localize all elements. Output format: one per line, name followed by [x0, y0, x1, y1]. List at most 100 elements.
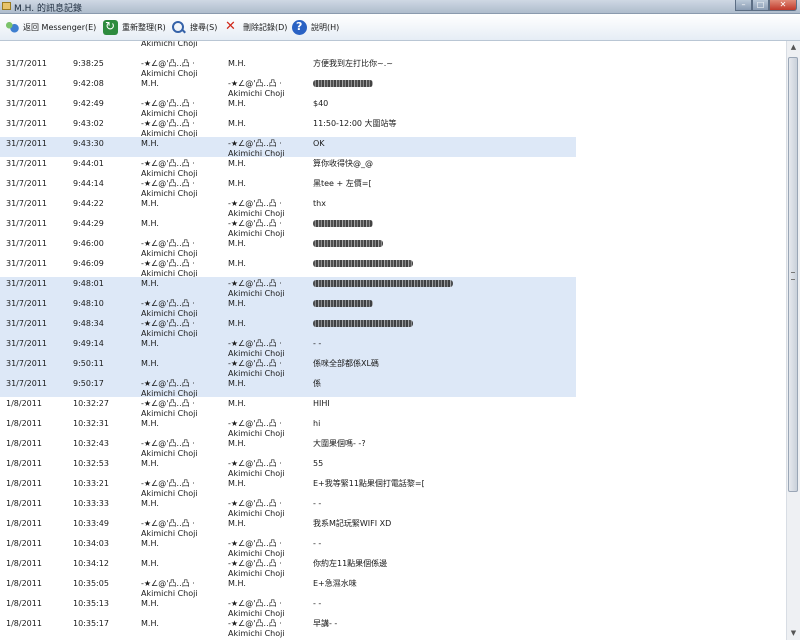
- message-row[interactable]: 1/8/2011 10:34:03 M.H. -★∠@'凸‥凸 · Akimichi C…: [0, 537, 786, 558]
- message-row[interactable]: 31/7/2011 9:44:22 M.H. -★∠@'凸‥凸 · Akimichi C…: [0, 197, 786, 219]
- message-row[interactable]: 1/8/2011 10:33:49 -★∠@'凸‥凸 · Akimichi Choji…: [0, 517, 786, 538]
- delete-history-button[interactable]: 刪除記錄(D): [224, 19, 287, 35]
- message-text: [313, 279, 453, 289]
- scroll-up-arrow-icon[interactable]: ▲: [789, 43, 798, 52]
- message-to: -★∠@'凸‥凸 · Akimichi Choji: [228, 199, 285, 219]
- message-to-line: M.H.: [228, 99, 246, 108]
- message-row[interactable]: 31/7/2011 9:50:17 -★∠@'凸‥凸 · Akimichi Choji…: [0, 377, 786, 398]
- message-date: 31/7/2011: [6, 99, 48, 108]
- message-row[interactable]: 31/7/2011 9:38:25 -★∠@'凸‥凸 · Akimichi Choji…: [0, 57, 786, 78]
- message-row[interactable]: 1/8/2011 10:35:05 -★∠@'凸‥凸 · Akimichi Choji…: [0, 577, 786, 598]
- message-to-line: M.H.: [228, 159, 246, 168]
- message-row[interactable]: 31/7/2011 9:48:34 -★∠@'凸‥凸 · Akimichi Choji…: [0, 317, 786, 338]
- message-row[interactable]: 1/8/2011 10:32:43 -★∠@'凸‥凸 · Akimichi Choji…: [0, 437, 786, 458]
- message-row[interactable]: 31/7/2011 9:42:08 M.H. -★∠@'凸‥凸 · Akimichi C…: [0, 77, 786, 98]
- message-row[interactable]: 1/8/2011 10:33:33 M.H. -★∠@'凸‥凸 · Akimichi C…: [0, 497, 786, 518]
- message-date: 31/7/2011: [6, 79, 48, 88]
- message-from: M.H.: [141, 199, 159, 209]
- message-row[interactable]: Akimichi Choji: [0, 41, 786, 57]
- message-time: 9:46:00: [73, 239, 104, 248]
- maximize-button[interactable]: □: [752, 0, 769, 11]
- message-row[interactable]: 31/7/2011 9:50:11 M.H. -★∠@'凸‥凸 · Akimichi C…: [0, 357, 786, 378]
- message-from-line: Akimichi Choji: [141, 41, 198, 48]
- message-time: 10:35:17: [73, 619, 109, 628]
- message-row[interactable]: 1/8/2011 10:35:13 M.H. -★∠@'凸‥凸 · Akimichi C…: [0, 597, 786, 618]
- message-row[interactable]: 1/8/2011 10:34:12 M.H. -★∠@'凸‥凸 · Akimichi C…: [0, 557, 786, 578]
- message-text: E+急濕水味: [313, 579, 357, 588]
- search-label: 搜尋(S): [190, 22, 218, 32]
- redacted-text-icon: [313, 300, 373, 307]
- search-button[interactable]: 搜尋(S): [171, 19, 217, 35]
- message-row[interactable]: 31/7/2011 9:44:29 M.H. -★∠@'凸‥凸 · Akimichi C…: [0, 217, 786, 238]
- scrollbar-thumb[interactable]: [788, 57, 798, 492]
- message-row[interactable]: 31/7/2011 9:43:02 -★∠@'凸‥凸 · Akimichi Choji…: [0, 117, 786, 139]
- folder-icon: [2, 2, 11, 10]
- message-time: 10:32:43: [73, 439, 109, 448]
- message-from-line: M.H.: [141, 619, 159, 628]
- message-row[interactable]: 31/7/2011 9:46:09 -★∠@'凸‥凸 · Akimichi Choji…: [0, 257, 786, 278]
- message-time: 9:48:34: [73, 319, 104, 328]
- message-row[interactable]: 31/7/2011 9:46:00 -★∠@'凸‥凸 · Akimichi Choji…: [0, 237, 786, 259]
- message-to-line: -★∠@'凸‥凸 ·: [228, 139, 282, 148]
- refresh-button[interactable]: 重新整理(R): [103, 19, 166, 35]
- message-to-line: -★∠@'凸‥凸 ·: [228, 339, 282, 348]
- message-from: -★∠@'凸‥凸 · Akimichi Choji: [141, 239, 198, 259]
- back-to-messenger-label: 返回 Messenger(E): [23, 22, 97, 32]
- message-date: 31/7/2011: [6, 159, 48, 168]
- message-from-line: -★∠@'凸‥凸 ·: [141, 319, 195, 328]
- message-text: thx: [313, 199, 326, 208]
- minimize-button[interactable]: –: [735, 0, 752, 11]
- message-from-line: -★∠@'凸‥凸 ·: [141, 479, 195, 488]
- message-time: 9:42:08: [73, 79, 104, 88]
- message-from-line: M.H.: [141, 419, 159, 428]
- message-row[interactable]: 1/8/2011 10:33:21 -★∠@'凸‥凸 · Akimichi Choji…: [0, 477, 786, 498]
- toolbar: 返回 Messenger(E) 重新整理(R) 搜尋(S) 刪除記錄(D) 說明…: [0, 14, 800, 41]
- back-to-messenger-button[interactable]: 返回 Messenger(E): [4, 19, 96, 35]
- message-to-line: M.H.: [228, 479, 246, 488]
- vertical-scrollbar[interactable]: ▲ ▼: [786, 41, 800, 640]
- message-from: -★∠@'凸‥凸 · Akimichi Choji: [141, 399, 198, 419]
- message-time: 10:35:05: [73, 579, 109, 588]
- message-row[interactable]: 1/8/2011 10:32:27 -★∠@'凸‥凸 · Akimichi Choji…: [0, 397, 786, 419]
- message-from: -★∠@'凸‥凸 · Akimichi Choji: [141, 119, 198, 139]
- message-to-line: M.H.: [228, 579, 246, 588]
- message-to-line: -★∠@'凸‥凸 ·: [228, 79, 282, 88]
- message-row[interactable]: 31/7/2011 9:48:01 M.H. -★∠@'凸‥凸 · Akimichi C…: [0, 277, 786, 298]
- message-row[interactable]: 31/7/2011 9:43:30 M.H. -★∠@'凸‥凸 · Akimichi C…: [0, 137, 786, 159]
- message-date: 1/8/2011: [6, 579, 42, 588]
- message-from-line: -★∠@'凸‥凸 ·: [141, 299, 195, 308]
- message-from-line: M.H.: [141, 359, 159, 368]
- message-date: 1/8/2011: [6, 399, 42, 408]
- scroll-down-arrow-icon[interactable]: ▼: [789, 629, 798, 638]
- message-from-line: M.H.: [141, 459, 159, 468]
- message-from: M.H.: [141, 139, 159, 149]
- message-row[interactable]: 1/8/2011 10:32:31 M.H. -★∠@'凸‥凸 · Akimichi C…: [0, 417, 786, 438]
- message-to-line: M.H.: [228, 239, 246, 248]
- message-row[interactable]: 31/7/2011 9:49:14 M.H. -★∠@'凸‥凸 · Akimichi C…: [0, 337, 786, 358]
- message-from: M.H.: [141, 279, 159, 289]
- message-row[interactable]: 31/7/2011 9:44:14 -★∠@'凸‥凸 · Akimichi Choji…: [0, 177, 786, 199]
- close-button[interactable]: ✕: [769, 0, 797, 11]
- message-date: 1/8/2011: [6, 499, 42, 508]
- message-row[interactable]: 31/7/2011 9:44:01 -★∠@'凸‥凸 · Akimichi Choji…: [0, 157, 786, 179]
- message-to: M.H.: [228, 239, 246, 249]
- message-to: -★∠@'凸‥凸 · Akimichi Choji: [228, 459, 285, 479]
- message-to: M.H.: [228, 159, 246, 169]
- message-text: [313, 259, 413, 269]
- message-row[interactable]: 1/8/2011 10:32:53 M.H. -★∠@'凸‥凸 · Akimichi C…: [0, 457, 786, 479]
- message-row[interactable]: 31/7/2011 9:42:49 -★∠@'凸‥凸 · Akimichi Choji…: [0, 97, 786, 118]
- message-row[interactable]: 1/8/2011 10:35:17 M.H. -★∠@'凸‥凸 · Akimichi C…: [0, 617, 786, 638]
- message-from-line: -★∠@'凸‥凸 ·: [141, 179, 195, 188]
- message-time: 9:50:17: [73, 379, 104, 388]
- message-from: -★∠@'凸‥凸 · Akimichi Choji: [141, 159, 198, 179]
- message-to-line: M.H.: [228, 259, 246, 268]
- help-button[interactable]: 說明(H): [292, 19, 339, 35]
- message-time: 10:32:27: [73, 399, 109, 408]
- message-to: -★∠@'凸‥凸 · Akimichi Choji: [228, 139, 285, 159]
- message-time: 9:48:10: [73, 299, 104, 308]
- message-row[interactable]: 31/7/2011 9:48:10 -★∠@'凸‥凸 · Akimichi Choji…: [0, 297, 786, 318]
- message-time: 9:49:14: [73, 339, 104, 348]
- message-from: -★∠@'凸‥凸 · Akimichi Choji: [141, 179, 198, 199]
- message-from: M.H.: [141, 559, 159, 569]
- message-history[interactable]: Akimichi Choji 31/7/2011 9:38:25 -★∠@'凸‥凸 ·…: [0, 41, 786, 640]
